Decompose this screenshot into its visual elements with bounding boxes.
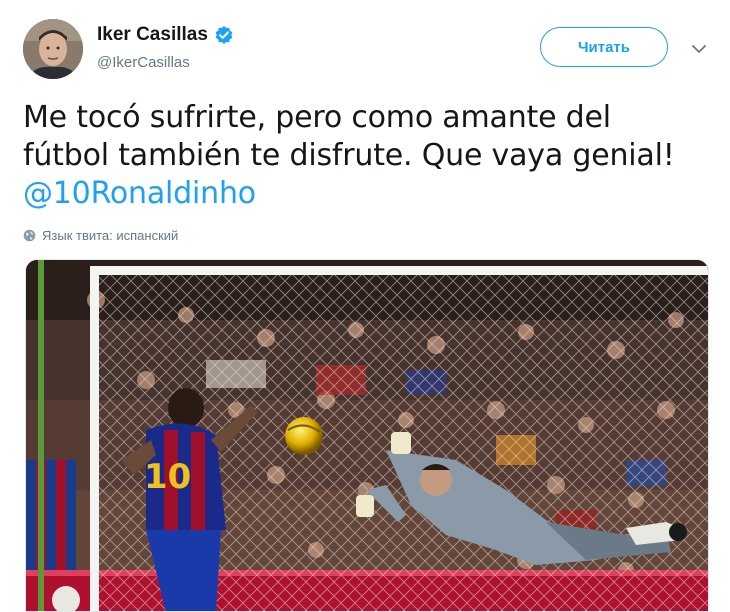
football-photo: 10 — [26, 260, 708, 611]
avatar[interactable] — [23, 19, 83, 79]
tweet-text-line1: Me tocó sufrirte, pero como amante del — [23, 100, 611, 135]
jersey-number: 10 — [144, 457, 191, 497]
tweet-photo[interactable]: 10 — [25, 259, 709, 612]
mention-link[interactable]: @10Ronaldinho — [23, 175, 703, 213]
author-handle[interactable]: @IkerCasillas — [97, 54, 190, 71]
globe-icon — [23, 229, 36, 242]
verified-badge-icon — [214, 25, 234, 45]
tweet-text: Me tocó sufrirte, pero como amante del f… — [23, 99, 703, 213]
chevron-down-icon[interactable] — [690, 40, 708, 58]
tweet-header: Iker Casillas @IkerCasillas Читать — [0, 0, 730, 90]
author-name-row: Iker Casillas — [97, 24, 234, 46]
author-name[interactable]: Iker Casillas — [97, 24, 208, 46]
tweet-language: Язык твита: испанский — [23, 228, 178, 243]
follow-button[interactable]: Читать — [540, 27, 668, 67]
language-label: Язык твита: испанский — [42, 228, 179, 243]
tweet-text-line2: fútbol también te disfrute. Que vaya gen… — [23, 138, 675, 173]
